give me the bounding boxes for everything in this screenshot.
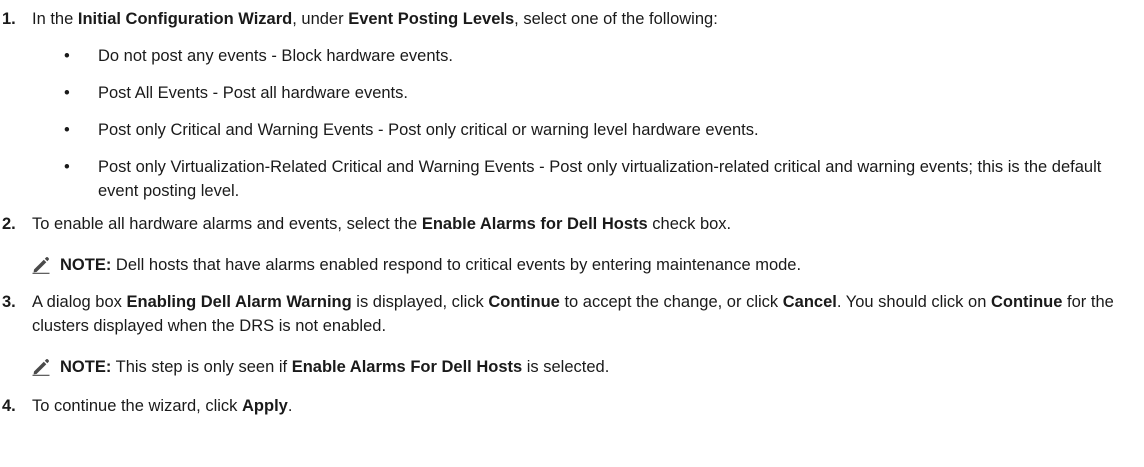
step-text: In the Initial Configuration Wizard, und… bbox=[32, 10, 718, 28]
text-run: . bbox=[287, 397, 293, 415]
step-number: 1. bbox=[2, 10, 16, 28]
ui-term-enabling-dell-alarm-warning: Enabling Dell Alarm Warning bbox=[126, 293, 352, 311]
note-text: NOTE: Dell hosts that have alarms enable… bbox=[60, 256, 801, 274]
text-run: is selected. bbox=[522, 358, 610, 376]
bullet-icon: • bbox=[64, 84, 70, 102]
text-run: In the bbox=[32, 10, 78, 28]
text-run: , under bbox=[292, 10, 349, 28]
list-item: • Post only Critical and Warning Events … bbox=[0, 118, 1144, 142]
step-4: 4. To continue the wizard, click Apply. bbox=[0, 394, 1144, 418]
ui-term-continue: Continue bbox=[488, 293, 560, 311]
text-run: A dialog box bbox=[32, 293, 127, 311]
ui-term-continue: Continue bbox=[990, 293, 1063, 311]
list-item-text: Post only Virtualization-Related Critica… bbox=[98, 158, 1102, 200]
document-page: 1. In the Initial Configuration Wizard, … bbox=[0, 0, 1144, 418]
ui-term-enable-alarms-for-dell-hosts: Enable Alarms for Dell Hosts bbox=[421, 215, 648, 233]
note-1: NOTE: Dell hosts that have alarms enable… bbox=[0, 253, 1144, 277]
ui-term-enable-alarms-for-dell-hosts: Enable Alarms For Dell Hosts bbox=[291, 358, 523, 376]
list-item: • Post only Virtualization-Related Criti… bbox=[0, 155, 1144, 203]
step-1: 1. In the Initial Configuration Wizard, … bbox=[0, 7, 1144, 31]
bullet-icon: • bbox=[64, 47, 70, 65]
list-item: • Do not post any events - Block hardwar… bbox=[0, 44, 1144, 68]
step-number: 3. bbox=[2, 293, 16, 311]
list-item-text: Do not post any events - Block hardware … bbox=[98, 47, 453, 65]
ui-term-cancel: Cancel bbox=[782, 293, 837, 311]
bullet-icon: • bbox=[64, 158, 70, 176]
pencil-note-icon bbox=[32, 359, 50, 376]
note-text: NOTE: This step is only seen if Enable A… bbox=[60, 358, 609, 376]
pencil-note-icon bbox=[32, 257, 50, 274]
ui-term-event-posting-levels: Event Posting Levels bbox=[348, 10, 515, 28]
text-run: to accept the change, or click bbox=[559, 293, 783, 311]
text-run: check box. bbox=[647, 215, 732, 233]
ui-term-initial-configuration-wizard: Initial Configuration Wizard bbox=[77, 10, 293, 28]
ui-term-apply: Apply bbox=[242, 397, 288, 415]
step-2: 2. To enable all hardware alarms and eve… bbox=[0, 212, 1144, 236]
step-number: 4. bbox=[2, 397, 16, 415]
step-text: To continue the wizard, click Apply. bbox=[32, 397, 292, 415]
note-2: NOTE: This step is only seen if Enable A… bbox=[0, 355, 1144, 379]
text-run: To enable all hardware alarms and events… bbox=[32, 215, 422, 233]
note-label: NOTE: bbox=[60, 256, 112, 274]
text-run: Dell hosts that have alarms enabled resp… bbox=[111, 256, 802, 274]
step-text: To enable all hardware alarms and events… bbox=[32, 215, 731, 233]
list-item-text: Post only Critical and Warning Events - … bbox=[98, 121, 759, 139]
note-label: NOTE: bbox=[60, 358, 112, 376]
text-run: is displayed, click bbox=[351, 293, 489, 311]
step-3: 3. A dialog box Enabling Dell Alarm Warn… bbox=[0, 290, 1144, 338]
text-run: To continue the wizard, click bbox=[32, 397, 243, 415]
text-run: . You should click on bbox=[836, 293, 991, 311]
list-item: • Post All Events - Post all hardware ev… bbox=[0, 81, 1144, 105]
text-run: , select one of the following: bbox=[514, 10, 718, 28]
step-number: 2. bbox=[2, 215, 16, 233]
list-item-text: Post All Events - Post all hardware even… bbox=[98, 84, 408, 102]
text-run: This step is only seen if bbox=[111, 358, 292, 376]
step-text: A dialog box Enabling Dell Alarm Warning… bbox=[32, 293, 1114, 335]
bullet-icon: • bbox=[64, 121, 70, 139]
event-level-options-list: • Do not post any events - Block hardwar… bbox=[0, 44, 1144, 203]
